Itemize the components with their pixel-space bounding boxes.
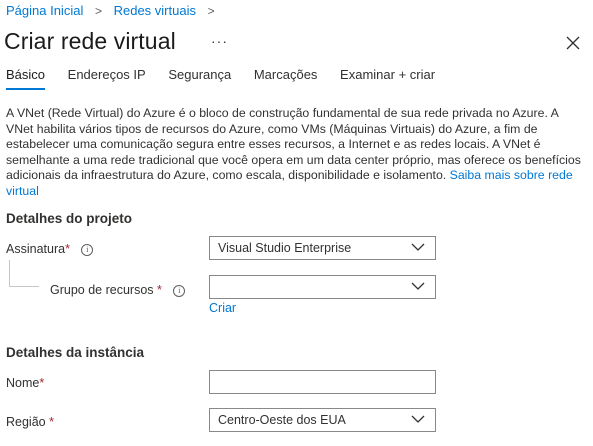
chevron-down-icon xyxy=(411,282,425,290)
more-options-icon[interactable]: ··· xyxy=(211,33,228,49)
breadcrumb-parent-link[interactable]: Redes virtuais xyxy=(114,3,196,18)
required-marker: * xyxy=(65,242,70,256)
create-resource-group-link[interactable]: Criar xyxy=(209,301,236,315)
chevron-down-icon xyxy=(411,415,425,423)
description: A VNet (Rede Virtual) do Azure é o bloco… xyxy=(6,106,586,200)
info-icon[interactable]: i xyxy=(81,243,94,256)
required-marker: * xyxy=(39,376,45,390)
subscription-label: Assinatura* i xyxy=(6,242,94,256)
chevron-down-icon xyxy=(411,243,425,251)
tab-enderecos-ip[interactable]: Endereços IP xyxy=(68,67,146,88)
tab-seguranca[interactable]: Segurança xyxy=(168,67,231,88)
resource-group-label: Grupo de recursos * i xyxy=(50,283,186,297)
breadcrumb: Página Inicial > Redes virtuais > xyxy=(6,3,223,18)
required-marker: * xyxy=(49,415,54,429)
tree-connector xyxy=(9,286,39,287)
tree-connector xyxy=(9,260,10,286)
instance-details-heading: Detalhes da instância xyxy=(6,345,145,360)
tab-bar: Básico Endereços IP Segurança Marcações … xyxy=(6,67,454,90)
subscription-select[interactable]: Visual Studio Enterprise xyxy=(209,236,436,260)
breadcrumb-home-link[interactable]: Página Inicial xyxy=(6,3,83,18)
chevron-right-icon: > xyxy=(94,4,102,18)
close-icon[interactable] xyxy=(565,35,581,51)
region-value: Centro-Oeste dos EUA xyxy=(218,413,346,427)
region-label: Região * xyxy=(6,415,54,429)
page-title: Criar rede virtual xyxy=(4,28,176,54)
tab-examinar-criar[interactable]: Examinar + criar xyxy=(340,67,435,88)
region-select[interactable]: Centro-Oeste dos EUA xyxy=(209,408,436,432)
tab-marcacoes[interactable]: Marcações xyxy=(254,67,318,88)
tab-basico[interactable]: Básico xyxy=(6,67,46,90)
name-label: Nome* xyxy=(6,376,45,390)
required-marker: * xyxy=(157,283,162,297)
project-details-heading: Detalhes do projeto xyxy=(6,211,133,226)
resource-group-select[interactable] xyxy=(209,275,436,299)
name-input[interactable] xyxy=(209,370,436,394)
info-icon[interactable]: i xyxy=(173,284,186,297)
chevron-right-icon: > xyxy=(207,4,215,18)
subscription-value: Visual Studio Enterprise xyxy=(218,241,352,255)
